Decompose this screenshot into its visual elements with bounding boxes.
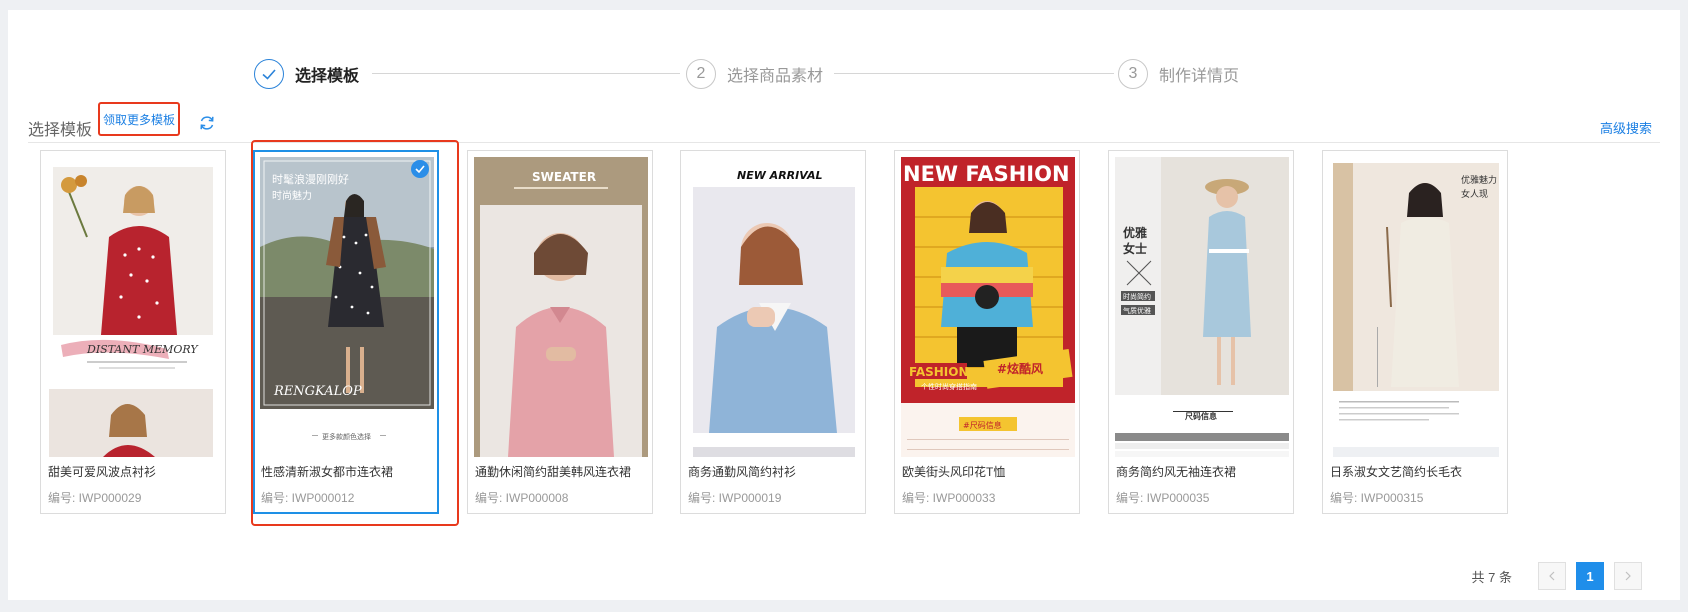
template-name: 通勤休闲简约甜美韩风连衣裙 (475, 465, 632, 479)
template-name: 甜美可爱风波点衬衫 (48, 465, 157, 479)
selected-check-icon (411, 160, 429, 178)
chevron-left-icon (1549, 571, 1555, 581)
template-thumbnail: NEW FASHION #炫酷风 FASHION 个性时尚穿搭指南 #尺码信息 (901, 157, 1075, 457)
thumb-footer: 更多款颜色选择 (322, 432, 371, 441)
step-label: 制作详情页 (1159, 68, 1240, 85)
template-code: 编号: IWP000008 (475, 491, 569, 505)
template-thumbnail: DISTANT MEMORY (47, 157, 221, 457)
template-card[interactable]: DISTANT MEMORY 甜美可爱风波点衬衫 编号: IWP000029 (40, 150, 226, 514)
step-number: 2 (686, 59, 716, 89)
total-count: 共 7 条 (1471, 569, 1512, 585)
step-connector (834, 73, 1114, 74)
step-make-detail-page[interactable]: 3 制作详情页 (1118, 58, 1239, 90)
template-card[interactable]: NEW FASHION #炫酷风 FASHION 个性时尚穿搭指南 #尺码信息 … (894, 150, 1080, 514)
thumb-text: 女人现 (1461, 188, 1488, 200)
thumb-brand: RENGKALOP (273, 384, 362, 399)
thumb-text: 优雅魅力 (1461, 174, 1497, 186)
template-name: 性感清新淑女都市连衣裙 (261, 465, 394, 479)
template-code: 编号: IWP000019 (688, 491, 782, 505)
get-more-templates-link[interactable]: 领取更多模板 (98, 102, 180, 136)
template-card-selected[interactable]: 时髦浪漫刚刚好 时尚魅力 RENGKALOP 更多款颜色选择 性感清新淑女都市连… (253, 150, 439, 514)
thumb-title: NEW FASHION (903, 162, 1070, 186)
template-thumbnail: 优雅 女士 时尚简约 气质优雅 尺码信息 (1115, 157, 1289, 457)
template-name: 欧美街头风印花T恤 (902, 465, 1006, 479)
template-card[interactable]: NEW ARRIVAL 商务通勤风简约衬衫 编号: IWP000019 (680, 150, 866, 514)
template-code: 编号: IWP000029 (48, 491, 142, 505)
section-title: 选择模板 (28, 122, 93, 139)
template-card[interactable]: 优雅魅力 女人现 日系淑女文艺简约长毛衣 编号: IWP000315 (1322, 150, 1508, 514)
pagination: 共 7 条 1 (1472, 562, 1642, 590)
step-select-materials[interactable]: 2 选择商品素材 (686, 58, 823, 90)
thumb-banner-text: DISTANT MEMORY (86, 343, 199, 356)
step-label: 选择模板 (295, 68, 360, 85)
thumb-badge: FASHION (909, 365, 969, 379)
step-label: 选择商品素材 (727, 68, 824, 85)
thumb-subheadline: 时尚魅力 (272, 189, 312, 202)
template-name: 商务通勤风简约衬衫 (688, 465, 797, 479)
thumb-text: 优雅 (1123, 225, 1147, 240)
thumb-text: 女士 (1123, 241, 1147, 256)
stepper: 选择模板 2 选择商品素材 3 制作详情页 (254, 58, 1340, 90)
thumb-headline: 时髦浪漫刚刚好 (272, 172, 349, 186)
template-thumbnail: SWEATER (474, 157, 648, 457)
page-button-current[interactable]: 1 (1576, 562, 1604, 590)
prev-page-button[interactable] (1538, 562, 1566, 590)
step-done-check-icon (254, 59, 284, 89)
refresh-icon[interactable] (198, 114, 216, 132)
thumb-subtitle: 个性时尚穿搭指南 (921, 382, 977, 391)
template-thumbnail: NEW ARRIVAL (687, 157, 861, 457)
template-name: 商务简约风无袖连衣裙 (1116, 465, 1237, 479)
template-card[interactable]: 优雅 女士 时尚简约 气质优雅 尺码信息 商务简约风无袖连衣裙 编号: IWP0… (1108, 150, 1294, 514)
divider (28, 142, 1660, 143)
next-page-button[interactable] (1614, 562, 1642, 590)
template-code: 编号: IWP000033 (902, 491, 996, 505)
advanced-search-link[interactable]: 高级搜索 (1600, 118, 1652, 137)
thumb-title: SWEATER (532, 170, 596, 184)
step-number: 3 (1118, 59, 1148, 89)
template-thumbnail: 时髦浪漫刚刚好 时尚魅力 RENGKALOP 更多款颜色选择 (260, 157, 434, 457)
template-code: 编号: IWP000315 (1330, 491, 1424, 505)
template-thumbnail: 优雅魅力 女人现 (1329, 157, 1503, 457)
thumb-badge: #炫酷风 (997, 361, 1043, 376)
thumb-size-label: 尺码信息 (1185, 411, 1217, 421)
thumb-tag: 气质优雅 (1123, 306, 1151, 315)
step-connector (372, 73, 680, 74)
thumb-size-label: #尺码信息 (963, 420, 1002, 430)
thumb-tag: 时尚简约 (1123, 292, 1151, 301)
template-code: 编号: IWP000035 (1116, 491, 1210, 505)
template-name: 日系淑女文艺简约长毛衣 (1330, 465, 1463, 479)
template-code: 编号: IWP000012 (261, 491, 355, 505)
template-grid: DISTANT MEMORY 甜美可爱风波点衬衫 编号: IWP000029 时… (35, 150, 1635, 520)
template-card[interactable]: SWEATER 通勤休闲简约甜美韩风连衣裙 编号: IWP000008 (467, 150, 653, 514)
step-select-template[interactable]: 选择模板 (254, 58, 359, 90)
thumb-title: NEW ARRIVAL (737, 169, 823, 182)
chevron-right-icon (1625, 571, 1631, 581)
